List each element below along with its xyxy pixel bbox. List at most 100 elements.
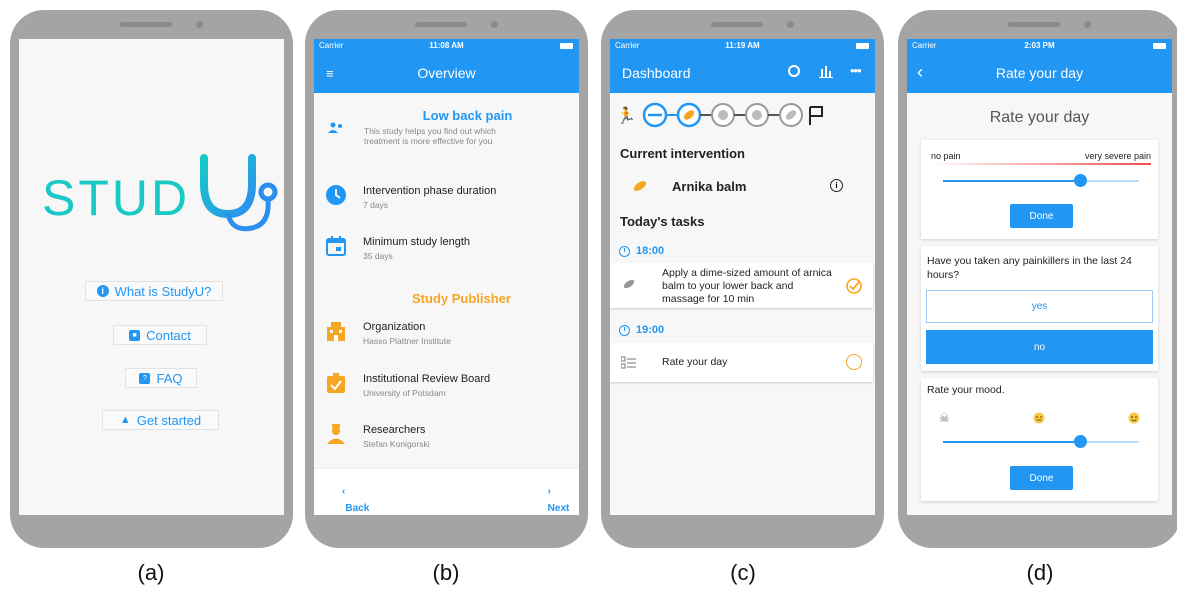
row-sub: University of Potsdam	[363, 388, 446, 398]
row-sub: 35 days	[363, 251, 393, 261]
status-bar: Carrier 11:19 AM	[610, 39, 875, 53]
building-icon	[327, 322, 345, 341]
intervention-name: Arnika balm	[672, 179, 747, 194]
slider-active-track	[943, 441, 1080, 443]
slider-thumb[interactable]	[1074, 174, 1087, 187]
info-icon: i	[96, 285, 109, 297]
faq-icon: ?	[139, 372, 151, 384]
speaker	[120, 22, 172, 27]
next-label: Next	[547, 503, 570, 514]
speaker	[415, 22, 467, 27]
app-bar: Dashboard •••	[610, 53, 875, 93]
button-label: FAQ	[156, 370, 183, 386]
task-time-2: 19:00	[619, 324, 664, 336]
contact-card-icon: ■	[129, 329, 141, 341]
rate-day-screen: Carrier 2:03 PM ‹ Rate your day Rate you…	[907, 39, 1172, 515]
organization-row: Organization Hasso Plattner Institute	[326, 321, 571, 346]
pain-max-label: very severe pain	[1084, 151, 1151, 161]
slider-active-track	[943, 180, 1080, 182]
what-is-studyu-button[interactable]: i What is StudyU?	[85, 281, 223, 301]
camera	[787, 21, 794, 28]
row-title: Organization	[363, 321, 426, 333]
phone-a: STUD i What is StudyU? ■ Contact ? FAQ ▲…	[10, 10, 293, 548]
status-time: 11:19 AM	[725, 41, 760, 50]
status-bar: Carrier 11:08 AM	[314, 39, 579, 53]
get-started-button[interactable]: ▲ Get started	[102, 410, 219, 430]
caption-d: (d)	[1026, 560, 1054, 585]
camera	[491, 21, 498, 28]
back-label: Back	[345, 503, 370, 514]
walk-icon: 🏃	[616, 106, 636, 125]
logo-text: STUD	[42, 170, 191, 226]
pain-min-label: no pain	[931, 151, 961, 161]
dashboard-screen: Carrier 11:19 AM Dashboard ••• 🏃 Current…	[610, 39, 875, 515]
contact-button[interactable]: ■ Contact	[113, 325, 207, 345]
more-icon[interactable]: •••	[850, 63, 862, 78]
faq-button[interactable]: ? FAQ	[125, 368, 197, 388]
check-circle-icon[interactable]	[846, 278, 862, 294]
task-time-1: 18:00	[619, 245, 664, 257]
empty-circle-icon[interactable]	[846, 354, 862, 370]
status-bar: Carrier 2:03 PM	[907, 39, 1172, 53]
info-icon[interactable]: i	[830, 179, 843, 192]
done-button[interactable]: Done	[1010, 466, 1073, 490]
yes-button[interactable]: yes	[926, 290, 1153, 323]
done-button[interactable]: Done	[1010, 204, 1073, 228]
studyu-logo: STUD	[42, 149, 282, 239]
caption-c: (c)	[730, 560, 756, 585]
mood-label: Rate your mood.	[927, 384, 1005, 396]
overview-screen: Carrier 11:08 AM ≡ Overview Low back pai…	[314, 39, 579, 515]
slider-thumb[interactable]	[1074, 435, 1087, 448]
rate-heading: Rate your day	[989, 109, 1090, 126]
leaf-icon	[623, 279, 635, 289]
menu-icon[interactable]: ≡	[326, 66, 334, 81]
button-label: Get started	[136, 412, 202, 428]
clock-icon	[326, 185, 346, 205]
happy-face-icon	[1128, 412, 1140, 424]
app-bar: ‹ Rate your day	[907, 53, 1172, 93]
status-time: 11:08 AM	[429, 41, 464, 50]
speaker	[711, 22, 763, 27]
finish-flag-icon	[809, 106, 823, 125]
back-arrow-icon[interactable]: ‹	[917, 62, 923, 83]
calendar-icon	[326, 236, 346, 256]
slider-inactive-track	[1080, 441, 1139, 443]
task-card[interactable]: Rate your day	[610, 343, 873, 382]
pain-slider[interactable]	[943, 174, 1139, 188]
publisher-title: Study Publisher	[412, 291, 511, 306]
review-board-row: Institutional Review Board University of…	[326, 373, 571, 398]
researchers-row: Researchers Stefan Konigorski	[326, 424, 571, 449]
phone-b: Carrier 11:08 AM ≡ Overview Low back pai…	[305, 10, 588, 548]
page-title: Rate your day	[995, 65, 1084, 81]
pain-gradient	[931, 163, 1151, 165]
button-label: Contact	[146, 327, 191, 343]
row-title: Minimum study length	[363, 236, 470, 248]
welcome-screen: STUD i What is StudyU? ■ Contact ? FAQ ▲…	[19, 39, 284, 515]
bar-chart-icon[interactable]	[819, 66, 833, 78]
nav-footer: ‹ Back Next ›	[314, 468, 579, 515]
row-sub: 7 days	[363, 200, 389, 210]
study-title: Low back pain	[422, 108, 513, 123]
task-text: Apply a dime-sized amount of arnica balm…	[662, 267, 832, 305]
checklist-icon	[621, 356, 636, 369]
mood-slider[interactable]	[943, 435, 1139, 449]
row-sub: Stefan Konigorski	[363, 439, 430, 449]
pain-card: no pain very severe pain Done	[921, 140, 1158, 239]
row-title: Institutional Review Board	[363, 373, 491, 385]
no-button[interactable]: no	[926, 330, 1153, 364]
page-title: Overview	[417, 65, 476, 81]
button-label: What is StudyU?	[114, 283, 212, 299]
task-card[interactable]: Apply a dime-sized amount of arnica balm…	[610, 263, 873, 308]
task-text: Rate your day	[662, 356, 728, 368]
caption-a: (a)	[137, 560, 165, 585]
row-sub: Hasso Plattner Institute	[363, 336, 451, 346]
status-time: 2:03 PM	[1024, 41, 1055, 50]
neutral-face-icon	[1033, 412, 1045, 424]
rocket-icon: ▲	[119, 414, 131, 426]
face-icon[interactable]	[788, 65, 800, 77]
clipboard-check-icon	[327, 373, 345, 393]
slider-inactive-track	[1080, 180, 1139, 182]
back-button[interactable]: ‹ Back	[342, 486, 369, 514]
leaf-icon	[633, 181, 647, 191]
next-button[interactable]: Next ›	[548, 486, 570, 514]
